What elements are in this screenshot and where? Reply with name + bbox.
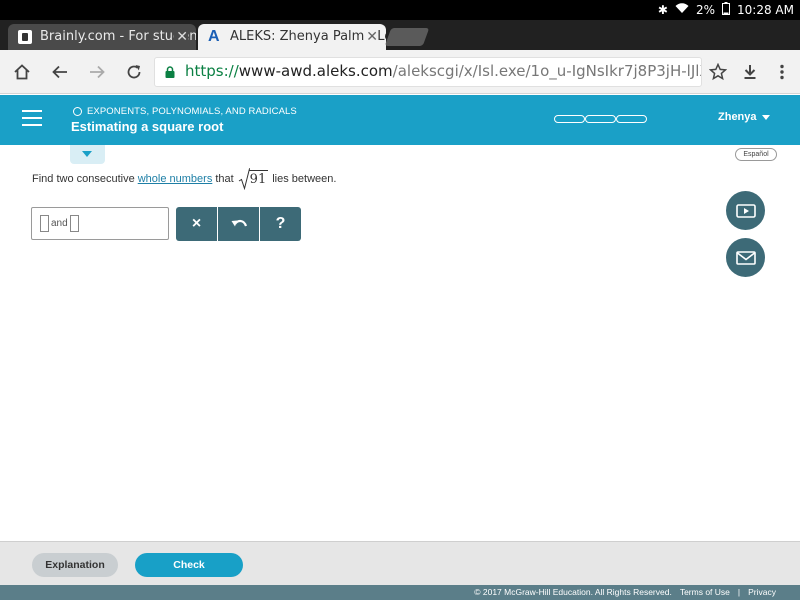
bluetooth-icon: ✱ — [657, 3, 668, 17]
answer-input-box: and — [31, 207, 169, 240]
forward-arrow-icon[interactable] — [83, 58, 111, 86]
footer-separator: | — [737, 587, 741, 597]
answer-tools: × ? — [176, 207, 301, 241]
undo-button[interactable] — [218, 207, 260, 241]
radicand: 91 — [248, 170, 269, 190]
user-menu[interactable]: Zhenya — [718, 111, 770, 123]
expand-drawer-button[interactable] — [70, 145, 105, 164]
aleks-favicon-icon: A — [208, 28, 220, 45]
progress-segment — [616, 115, 647, 123]
square-root-expression: 91 — [238, 168, 269, 190]
url-text: https://www-awd.aleks.com/alekscgi/x/Isl… — [185, 62, 701, 80]
clear-button[interactable]: × — [176, 207, 218, 241]
aleks-header: EXPONENTS, POLYNOMIALS, AND RADICALS Est… — [0, 95, 800, 145]
undo-icon — [231, 219, 247, 227]
check-button[interactable]: Check — [135, 553, 243, 577]
home-icon[interactable] — [8, 58, 36, 86]
tab-aleks[interactable]: A ALEKS: Zhenya Palm - Learn ✕ — [198, 24, 386, 50]
progress-segment — [585, 115, 616, 123]
problem-statement: Find two consecutive whole numbers that … — [32, 168, 336, 190]
overflow-menu-icon[interactable] — [768, 58, 796, 86]
topic-progress-indicator — [554, 115, 647, 123]
android-status-bar: ✱ 2% 10:28 AM — [0, 0, 800, 20]
privacy-link[interactable]: Privacy — [748, 587, 776, 597]
copyright-bar: © 2017 McGraw-Hill Education. All Rights… — [0, 585, 800, 600]
and-label: and — [51, 218, 68, 229]
user-name: Zhenya — [718, 111, 757, 123]
hamburger-menu-icon[interactable] — [22, 110, 42, 128]
wifi-icon — [675, 3, 689, 17]
espanol-button[interactable]: Español — [735, 148, 777, 161]
bookmark-star-icon[interactable] — [704, 58, 732, 86]
message-button[interactable] — [726, 238, 765, 277]
bottom-action-bar: Explanation Check — [0, 541, 800, 585]
copyright-text: © 2017 McGraw-Hill Education. All Rights… — [474, 587, 672, 597]
terms-link[interactable]: Terms of Use — [680, 587, 730, 597]
second-number-input[interactable] — [69, 215, 79, 232]
status-icons: ✱ 2% 10:28 AM — [658, 2, 794, 18]
video-button[interactable] — [726, 191, 765, 230]
battery-percent: 2% — [695, 3, 716, 17]
video-play-icon — [735, 203, 756, 218]
topic-label: EXPONENTS, POLYNOMIALS, AND RADICALS — [73, 106, 297, 117]
explanation-button[interactable]: Explanation — [32, 553, 118, 577]
topic-circle-icon — [73, 107, 82, 116]
browser-tab-strip: Brainly.com - For students ✕ A ALEKS: Zh… — [0, 20, 800, 50]
brainly-favicon-icon — [18, 30, 32, 44]
page-title: Estimating a square root — [71, 119, 224, 134]
progress-segment — [554, 115, 585, 123]
first-number-input[interactable] — [40, 215, 49, 232]
caret-down-icon — [761, 114, 770, 120]
whole-numbers-link[interactable]: whole numbers — [138, 173, 213, 185]
envelope-icon — [735, 250, 756, 265]
clock: 10:28 AM — [737, 3, 794, 17]
tab-brainly[interactable]: Brainly.com - For students ✕ — [8, 24, 196, 50]
help-button[interactable]: ? — [260, 207, 301, 241]
back-arrow-icon[interactable] — [46, 58, 74, 86]
tab-title: Brainly.com - For students — [40, 29, 196, 44]
battery-icon — [722, 2, 731, 18]
download-icon[interactable] — [736, 58, 764, 86]
address-bar[interactable]: https://www-awd.aleks.com/alekscgi/x/Isl… — [154, 57, 702, 87]
lock-icon — [165, 66, 175, 78]
tab-title: ALEKS: Zhenya Palm - Learn — [230, 29, 386, 44]
reload-icon[interactable] — [120, 58, 148, 86]
browser-toolbar: https://www-awd.aleks.com/alekscgi/x/Isl… — [0, 50, 800, 94]
close-tab-icon[interactable]: ✕ — [364, 24, 378, 50]
close-tab-icon[interactable]: ✕ — [174, 24, 188, 50]
new-tab-button[interactable] — [384, 28, 430, 46]
